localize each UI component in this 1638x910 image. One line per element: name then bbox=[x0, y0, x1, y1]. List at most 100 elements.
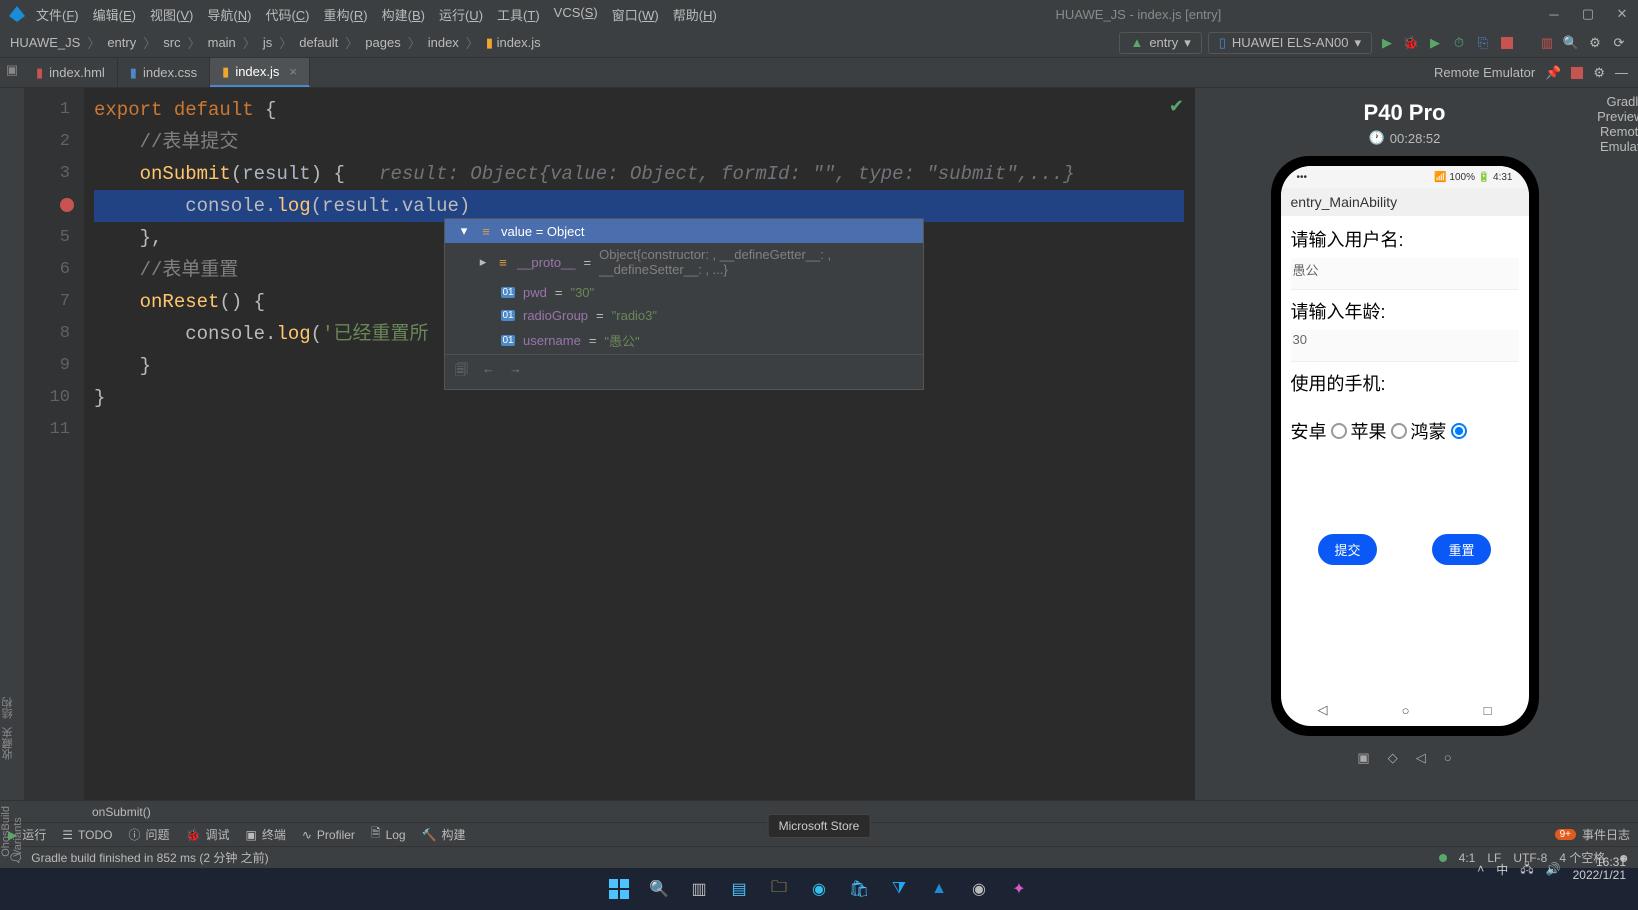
line-number[interactable]: 5 bbox=[24, 222, 84, 254]
menu-运行[interactable]: 运行(U) bbox=[439, 5, 483, 24]
stop-button[interactable] bbox=[1498, 34, 1516, 52]
phone-body[interactable]: 请输入用户名: 愚公 请输入年龄: 30 使用的手机: 安卓苹果鸿蒙 提交 重置 bbox=[1281, 216, 1529, 694]
panel-stop-icon[interactable] bbox=[1571, 67, 1583, 79]
nav-recent-icon[interactable]: □ bbox=[1484, 703, 1492, 718]
radio-安卓[interactable] bbox=[1331, 423, 1347, 439]
menu-视图[interactable]: 视图(V) bbox=[150, 5, 193, 24]
widgets-icon[interactable]: ▤ bbox=[725, 875, 753, 903]
caret-position[interactable]: 4:1 bbox=[1459, 851, 1476, 865]
radio-鸿蒙[interactable] bbox=[1451, 423, 1467, 439]
settings-icon[interactable]: ⚙ bbox=[1586, 34, 1604, 52]
taskview-icon[interactable]: ▥ bbox=[685, 875, 713, 903]
tab-index.js[interactable]: ▮index.js× bbox=[210, 58, 310, 87]
input-username[interactable]: 愚公 bbox=[1291, 258, 1519, 290]
menu-工具[interactable]: 工具(T) bbox=[497, 5, 540, 24]
variants-tool[interactable]: OhosBuild Variants bbox=[0, 768, 24, 857]
tray-date[interactable]: 2022/1/21 bbox=[1573, 869, 1626, 882]
line-number[interactable]: 10 bbox=[24, 382, 84, 414]
submit-button[interactable]: 提交 bbox=[1318, 534, 1376, 565]
search-taskbar-icon[interactable]: 🔍 bbox=[645, 875, 673, 903]
code-line[interactable]: //表单提交 bbox=[94, 126, 1184, 158]
debug-value-row[interactable]: 01 radioGroup = "radio3" bbox=[445, 304, 923, 327]
breadcrumb-item[interactable]: pages bbox=[365, 35, 400, 50]
radio-group-phone[interactable]: 安卓苹果鸿蒙 bbox=[1291, 418, 1519, 444]
menu-构建[interactable]: 构建(B) bbox=[382, 5, 425, 24]
code-line[interactable] bbox=[94, 414, 1184, 446]
line-number[interactable]: 1 bbox=[24, 94, 84, 126]
pin-icon[interactable]: 📌 bbox=[1545, 65, 1561, 81]
code-line[interactable]: export default { bbox=[94, 94, 1184, 126]
nav-home-icon[interactable]: ○ bbox=[1402, 703, 1410, 718]
menu-窗口[interactable]: 窗口(W) bbox=[612, 5, 659, 24]
line-number[interactable]: 8 bbox=[24, 318, 84, 350]
collapse-icon[interactable]: ▾ bbox=[457, 223, 471, 239]
device-combo[interactable]: ▯HUAWEI ELS-AN00▾ bbox=[1208, 32, 1372, 54]
radio-苹果[interactable] bbox=[1391, 423, 1407, 439]
nav-back-icon[interactable]: ◁ bbox=[1318, 702, 1328, 718]
code-line[interactable]: onSubmit(result) { result: Object{value:… bbox=[94, 158, 1184, 190]
deveco-icon[interactable]: ▲ bbox=[925, 875, 953, 903]
network-icon[interactable]: 🖧 bbox=[1520, 859, 1533, 880]
debug-value-popup[interactable]: ▾ ≡ value = Object ▸≡ __proto__ = Object… bbox=[444, 218, 924, 390]
line-number[interactable]: 7 bbox=[24, 286, 84, 318]
breadcrumb-item[interactable]: entry bbox=[107, 35, 136, 50]
menu-VCS[interactable]: VCS(S) bbox=[554, 5, 598, 24]
windows-taskbar[interactable]: Microsoft Store 🔍 ▥ ▤ 🗀 ◉ 🛍 ⧩ ▲ ◉ ✦ ˄ 中 … bbox=[0, 868, 1638, 910]
panel-settings-icon[interactable]: ⚙ bbox=[1593, 65, 1605, 81]
debug-value-row[interactable]: 01 pwd = "30" bbox=[445, 281, 923, 304]
line-number[interactable]: 6 bbox=[24, 254, 84, 286]
menu-文件[interactable]: 文件(F) bbox=[36, 5, 79, 24]
debug-tab[interactable]: 🐞调试 bbox=[186, 826, 230, 843]
search-icon[interactable]: 🔍 bbox=[1562, 34, 1580, 52]
menu-代码[interactable]: 代码(C) bbox=[265, 5, 309, 24]
em-back-icon[interactable]: ◁ bbox=[1416, 750, 1426, 766]
log-tab[interactable]: 🗎Log bbox=[371, 824, 406, 845]
breadcrumb-item[interactable]: js bbox=[263, 35, 272, 50]
tray-expand-icon[interactable]: ˄ bbox=[1477, 862, 1484, 876]
breadcrumb-item[interactable]: default bbox=[299, 35, 338, 50]
debug-button[interactable]: 🐞 bbox=[1402, 34, 1420, 52]
menu-帮助[interactable]: 帮助(H) bbox=[673, 5, 717, 24]
breadcrumb-item[interactable]: main bbox=[208, 35, 236, 50]
reset-button[interactable]: 重置 bbox=[1432, 534, 1490, 565]
avd-icon[interactable]: ▥ bbox=[1538, 34, 1556, 52]
coverage-button[interactable]: ▶ bbox=[1426, 34, 1444, 52]
debug-value-row[interactable]: ▸≡ __proto__ = Object{constructor: , __d… bbox=[445, 243, 923, 281]
vscode-icon[interactable]: ⧩ bbox=[885, 875, 913, 903]
menu-编辑[interactable]: 编辑(E) bbox=[93, 5, 136, 24]
line-number[interactable]: 4 bbox=[24, 190, 84, 222]
start-button[interactable] bbox=[605, 875, 633, 903]
menu-重构[interactable]: 重构(R) bbox=[324, 5, 368, 24]
system-tray[interactable]: ˄ 中 🖧 🔊 16:31 2022/1/21 bbox=[1477, 856, 1626, 882]
problems-tab[interactable]: ⓘ问题 bbox=[128, 826, 169, 843]
menu-导航[interactable]: 导航(N) bbox=[207, 5, 251, 24]
breadcrumb-item[interactable]: HUAWE_JS bbox=[10, 35, 80, 50]
attach-button[interactable]: ⎘ bbox=[1474, 34, 1492, 52]
maximize-button[interactable]: ▢ bbox=[1580, 6, 1596, 22]
screenshot-icon[interactable]: ▣ bbox=[1357, 750, 1369, 766]
volume-icon[interactable]: 🔊 bbox=[1546, 862, 1561, 876]
favorites-tool[interactable]: 收藏夹 bbox=[0, 727, 16, 760]
close-button[interactable]: ✕ bbox=[1614, 6, 1630, 22]
input-age[interactable]: 30 bbox=[1291, 330, 1519, 362]
remote-emulator-tool[interactable]: Remote Emulator bbox=[1600, 124, 1638, 154]
expand-icon[interactable]: ▸ bbox=[477, 254, 489, 270]
profile-button[interactable]: ⏱ bbox=[1450, 34, 1468, 52]
structure-tool[interactable]: 结构 bbox=[0, 697, 16, 719]
minimize-button[interactable]: ─ bbox=[1546, 6, 1562, 22]
terminal-tab[interactable]: ▣终端 bbox=[245, 826, 285, 843]
em-home-icon[interactable]: ○ bbox=[1444, 750, 1452, 766]
line-number[interactable]: 3 bbox=[24, 158, 84, 190]
app-icon[interactable]: ✦ bbox=[1005, 875, 1033, 903]
tab-index.hml[interactable]: ▮index.hml bbox=[24, 58, 118, 87]
rotate-icon[interactable]: ◇ bbox=[1388, 750, 1398, 766]
run-button[interactable]: ▶ bbox=[1378, 34, 1396, 52]
edge-icon[interactable]: ◉ bbox=[805, 875, 833, 903]
code-area[interactable]: ✔ export default { //表单提交 onSubmit(resul… bbox=[84, 88, 1194, 800]
chrome-icon[interactable]: ◉ bbox=[965, 875, 993, 903]
run-module-combo[interactable]: ▲entry▾ bbox=[1119, 32, 1201, 54]
line-number[interactable]: 2 bbox=[24, 126, 84, 158]
project-tool-button[interactable]: ▣ bbox=[0, 58, 24, 87]
todo-tab[interactable]: ☰TODO bbox=[62, 828, 112, 842]
nav-back-icon[interactable]: ← bbox=[482, 361, 495, 383]
